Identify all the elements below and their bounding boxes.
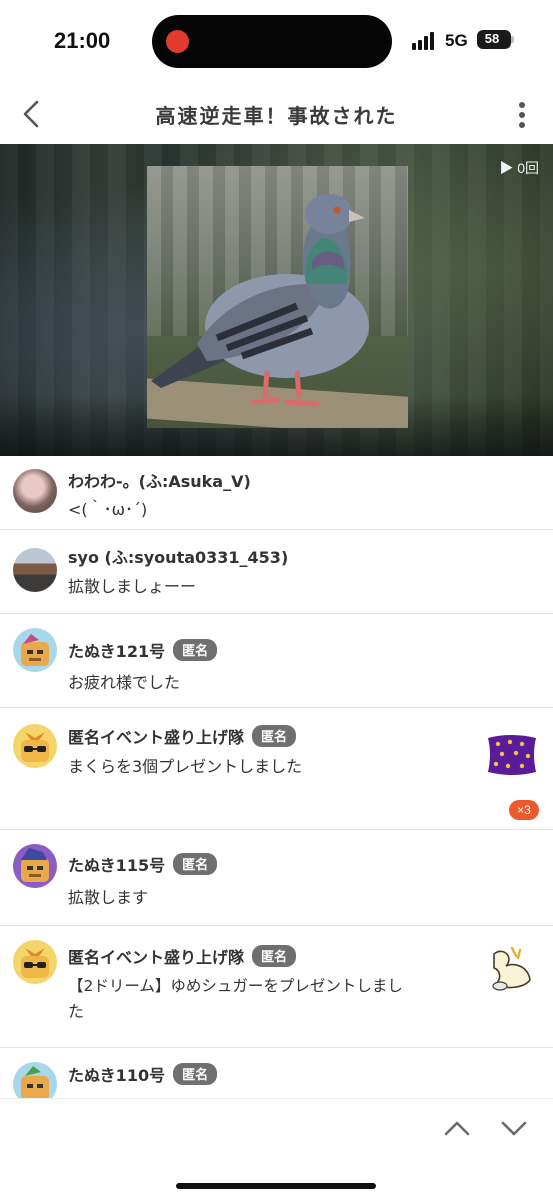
username-text[interactable]: 匿名イベント盛り上げ隊 [68, 728, 244, 747]
comment-text: 拡散します [68, 888, 149, 907]
avatar[interactable] [13, 628, 57, 672]
comment-item[interactable]: 匿名イベント盛り上げ隊 匿名 まくらを3個プレゼントしました ×3 [0, 708, 553, 830]
comment-item[interactable]: 匿名イベント盛り上げ隊 匿名 【2ドリーム】ゆめシュガーをプレゼントしまし た [0, 926, 553, 1048]
pigeon-photo [147, 166, 408, 428]
gift-count-badge: ×3 [509, 800, 539, 820]
tanuki-avatar-icon [21, 1066, 49, 1098]
view-count: ▶ 0回 [499, 160, 539, 176]
comment-text: お疲れ様でした [68, 673, 181, 692]
battery-icon: 58 [477, 30, 511, 49]
avatar[interactable] [13, 548, 57, 592]
comment-text: まくらを3個プレゼントしました [68, 757, 303, 776]
anonymous-badge: 匿名 [173, 639, 218, 661]
signal-strength-icon [412, 30, 438, 50]
comment-username[interactable]: たぬき110号 匿名 [68, 1062, 218, 1086]
network-type: 5G [445, 31, 468, 50]
chevron-left-icon [23, 100, 39, 128]
chevron-down-icon [501, 1121, 527, 1136]
battery-percent: 58 [484, 31, 500, 46]
recording-indicator-icon [166, 30, 189, 53]
avatar[interactable] [13, 844, 57, 888]
comment-item[interactable]: syo (ふ:syouta0331_453) 拡散しましょーー [0, 530, 553, 614]
comment-item[interactable]: たぬき115号 匿名 拡散します [0, 830, 553, 926]
comment-username[interactable]: syo (ふ:syouta0331_453) [68, 544, 288, 568]
anonymous-badge: 匿名 [173, 1063, 218, 1085]
tanuki-avatar-icon [21, 634, 49, 666]
comment-text: 拡散しましょーー [68, 577, 197, 596]
back-button[interactable] [16, 96, 50, 132]
comment-username[interactable]: 匿名イベント盛り上げ隊 匿名 [68, 944, 297, 968]
avatar[interactable] [13, 1062, 57, 1098]
comment-username[interactable]: たぬき115号 匿名 [68, 852, 218, 876]
comment-username[interactable]: たぬき121号 匿名 [68, 638, 218, 662]
comment-item[interactable]: たぬき121号 匿名 お疲れ様でした [0, 614, 553, 708]
comment-list[interactable]: わわわ-。(ふ:Asuka_V) <(｀･ω･´) syo (ふ:syouta0… [0, 456, 553, 1098]
top-header: 高速逆走車！事故された [0, 86, 553, 144]
battery-tip [511, 36, 514, 43]
page-title: 高速逆走車！事故された [155, 104, 398, 128]
chevron-up-icon [444, 1121, 470, 1136]
home-indicator[interactable] [176, 1183, 376, 1189]
dot [519, 112, 525, 118]
avatar[interactable] [13, 724, 57, 768]
status-bar: 21:00 5G 58 [0, 0, 553, 86]
username-text[interactable]: 匿名イベント盛り上げ隊 [68, 948, 244, 967]
pigeon-image [151, 194, 369, 407]
comment-text-line1: 【2ドリーム】ゆめシュガーをプレゼントしまし [68, 977, 403, 995]
sunglasses-avatar-icon [21, 948, 49, 978]
avatar[interactable] [13, 469, 57, 513]
dynamic-island [152, 15, 392, 68]
status-time: 21:00 [54, 28, 111, 53]
anonymous-badge: 匿名 [252, 945, 297, 967]
comment-username[interactable]: 匿名イベント盛り上げ隊 匿名 [68, 724, 297, 748]
bottom-bar [0, 1098, 553, 1200]
comment-text: <(｀･ω･´) [68, 500, 148, 519]
username-text[interactable]: たぬき115号 [68, 856, 165, 875]
username-text[interactable]: たぬき121号 [68, 642, 165, 661]
video-player[interactable]: ▶ 0回 [0, 144, 553, 456]
username-text[interactable]: たぬき110号 [68, 1066, 165, 1085]
anonymous-badge: 匿名 [173, 853, 218, 875]
sunglasses-avatar-icon [21, 732, 49, 762]
menu-button[interactable] [510, 98, 534, 132]
anonymous-badge: 匿名 [252, 725, 297, 747]
scroll-up-button[interactable] [440, 1113, 474, 1143]
dot [519, 122, 525, 128]
pillow-gift-icon [488, 735, 536, 775]
comment-item[interactable]: たぬき110号 匿名 [0, 1048, 553, 1098]
scroll-down-button[interactable] [497, 1113, 531, 1143]
vertical-dots-icon [519, 102, 525, 108]
avatar[interactable] [13, 940, 57, 984]
comment-item[interactable]: わわわ-。(ふ:Asuka_V) <(｀･ω･´) [0, 456, 553, 530]
comment-username[interactable]: わわわ-。(ふ:Asuka_V) [68, 468, 251, 492]
tanuki-avatar-icon [21, 848, 49, 882]
comment-text-line2: た [68, 1002, 85, 1021]
dream-sugar-gift-icon [492, 946, 531, 991]
